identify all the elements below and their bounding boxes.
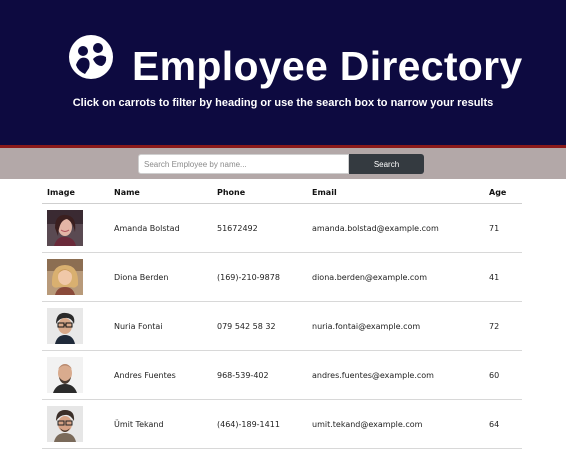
employee-email: umit.tekand@example.com [307,399,484,449]
table-row: Diona Berden (169)-210-9878 diona.berden… [42,252,522,302]
page-subtitle: Click on carrots to filter by heading or… [72,97,494,109]
employee-name: Nuria Fontai [109,301,212,351]
employee-name: Amanda Bolstad [109,203,212,253]
table-row: Nuria Fontai 079 542 58 32 nuria.fontai@… [42,301,522,351]
employee-table-container: Image Name Phone Email Age Amanda Bolsta… [42,181,522,449]
table-row: Amanda Bolstad 51672492 amanda.bolstad@e… [42,203,522,253]
search-bar: Search [0,148,566,179]
employee-phone: 51672492 [212,203,307,253]
employee-age: 41 [484,252,522,302]
employee-phone: (169)-210-9878 [212,252,307,302]
employee-name: Andres Fuentes [109,350,212,400]
column-header-name[interactable]: Name [109,181,212,204]
table-header-row: Image Name Phone Email Age [42,181,522,204]
employee-email: diona.berden@example.com [307,252,484,302]
column-header-image[interactable]: Image [42,181,109,204]
employee-phone: 968-539-402 [212,350,307,400]
employee-email: andres.fuentes@example.com [307,350,484,400]
employee-name: Ümit Tekand [109,399,212,449]
table-row: Andres Fuentes 968-539-402 andres.fuente… [42,350,522,400]
employee-name: Diona Berden [109,252,212,302]
employee-email: nuria.fontai@example.com [307,301,484,351]
employee-table: Image Name Phone Email Age Amanda Bolsta… [42,181,522,449]
employee-photo [47,308,83,344]
search-input[interactable] [138,154,349,174]
employee-photo [47,210,83,246]
employee-logo-icon [69,35,113,79]
column-header-age[interactable]: Age [484,181,522,204]
search-button[interactable]: Search [349,154,424,174]
employee-photo [47,357,83,393]
employee-age: 64 [484,399,522,449]
employee-photo [47,259,83,295]
table-row: Ümit Tekand (464)-189-1411 umit.tekand@e… [42,399,522,449]
employee-phone: (464)-189-1411 [212,399,307,449]
employee-age: 60 [484,350,522,400]
page-title: Employee Directory [132,43,523,89]
employee-email: amanda.bolstad@example.com [307,203,484,253]
employee-phone: 079 542 58 32 [212,301,307,351]
page-header: Employee Directory Click on carrots to f… [0,0,566,148]
employee-age: 71 [484,203,522,253]
employee-photo [47,406,83,442]
column-header-phone[interactable]: Phone [212,181,307,204]
employee-age: 72 [484,301,522,351]
column-header-email[interactable]: Email [307,181,484,204]
